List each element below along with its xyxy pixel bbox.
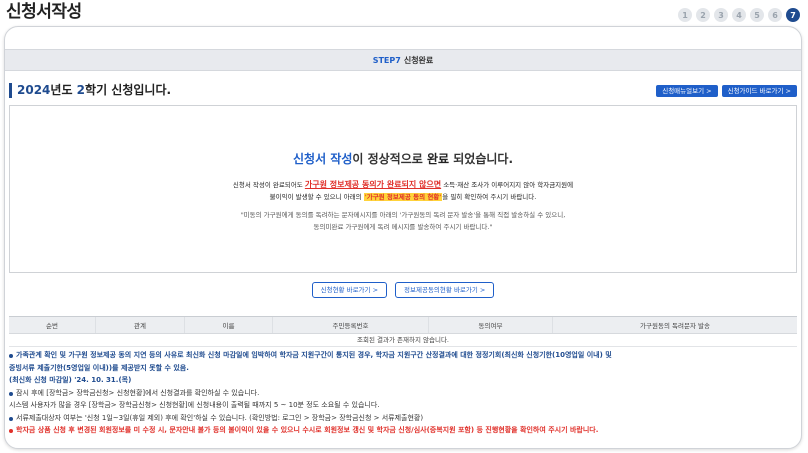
top-button-group: 신청매뉴얼보기 > 신청가이드 바로가기 > xyxy=(656,85,797,97)
col-consent: 동의여부 xyxy=(429,317,553,333)
action-button-group: 신청현황 바로가기 > 정보제공동의현황 바로가기 > xyxy=(5,282,801,298)
consent-status-button[interactable]: 정보제공동의현황 바로가기 > xyxy=(395,282,495,298)
step-7-current: 7 xyxy=(786,8,800,22)
heading-term: 2 xyxy=(76,83,86,97)
col-number: 순번 xyxy=(9,317,96,333)
manual-button[interactable]: 신청매뉴얼보기 > xyxy=(656,85,718,97)
notice-text: 가족관계 확인 및 가구원 정보제공 동의 지연 등의 사유로 최신화 신청 마… xyxy=(16,351,612,359)
warning-line2-highlight: '가구원 정보제공 동의 현황' xyxy=(363,193,443,201)
heading-year: 2024 xyxy=(17,83,51,97)
step-1: 1 xyxy=(678,8,692,22)
col-resident-number: 주민등록번호 xyxy=(273,317,429,333)
notice-item: 잠시 후에 [장학금> 장학금신청> 신청현황]에서 신청결과를 확인하실 수 … xyxy=(9,387,801,400)
step-5: 5 xyxy=(750,8,764,22)
step-banner: STEP7 신청완료 xyxy=(5,49,801,71)
col-reminder-sms: 가구원동의 독려문자 발송 xyxy=(640,322,710,330)
result-title: 신청서 작성이 정상적으로 완료 되었습니다. xyxy=(10,150,796,167)
guide-button[interactable]: 신청가이드 바로가기 > xyxy=(721,85,797,97)
step-3: 3 xyxy=(714,8,728,22)
bullet-icon xyxy=(9,354,13,358)
result-title-blue: 신청서 작성 xyxy=(292,152,353,166)
result-title-mid: 이 정상적으로 xyxy=(352,152,427,166)
warning-line2-pre: 불이익이 발생할 수 있으니 아래의 xyxy=(269,193,364,201)
result-box: 신청서 작성이 정상적으로 완료 되었습니다. 신청서 작성이 완료되어도 가구… xyxy=(9,105,797,273)
warning-line1-pre: 신청서 작성이 완료되어도 xyxy=(232,181,305,189)
notice-item: 가족관계 확인 및 가구원 정보제공 동의 지연 등의 사유로 최신화 신청 마… xyxy=(9,349,801,362)
notice-text: 잠시 후에 [장학금> 장학금신청> 신청현황]에서 신청결과를 확인하실 수 … xyxy=(16,388,260,397)
semester-heading: 2024년도 2학기 신청입니다. xyxy=(9,83,171,98)
table-empty-row: 조회된 결과가 존재하지 않습니다. xyxy=(9,334,797,347)
col-name: 이름 xyxy=(185,317,273,333)
warning-line1-red: 가구원 정보제공 동의가 완료되지 않으면 xyxy=(304,180,442,189)
notice-item-warning: 학자금 상품 신청 후 변경된 회원정보를 미 수정 시, 문자안내 불가 등의… xyxy=(9,424,801,437)
notice-continuation: 시스템 사용자가 많을 경우 [장학금> 장학금신청> 신청현황]에 신청내용이… xyxy=(9,401,380,409)
step-banner-name: 신청완료 xyxy=(403,55,434,65)
result-guidance: "미동의 가구원에게 동의를 독려하는 문자메시지를 아래의 '가구원동의 독려… xyxy=(10,209,796,233)
step-indicator: 1 2 3 4 5 6 7 xyxy=(678,8,800,22)
notice-item: 서류제출대상자 여부는 '신청 1일~3일(휴일 제외) 후에 확인'하실 수 … xyxy=(9,412,801,425)
step-2: 2 xyxy=(696,8,710,22)
notice-text: 학자금 상품 신청 후 변경된 회원정보를 미 수정 시, 문자안내 불가 등의… xyxy=(16,426,599,434)
bullet-icon xyxy=(9,416,13,421)
status-shortcut-button[interactable]: 신청현황 바로가기 > xyxy=(311,282,388,298)
result-title-dark: 완료 xyxy=(426,152,450,166)
result-warning: 신청서 작성이 완료되어도 가구원 정보제공 동의가 완료되지 않으면 소득·재… xyxy=(10,179,796,203)
notice-list: 가족관계 확인 및 가구원 정보제공 동의 지연 등의 사유로 최신화 신청 마… xyxy=(9,349,801,437)
notice-text: 서류제출대상자 여부는 '신청 1일~3일(휴일 제외) 후에 확인'하실 수 … xyxy=(16,413,424,422)
warning-line1-post: 소득·재산 조사가 이루어지지 않아 학자금지원에 xyxy=(441,181,574,189)
bullet-icon xyxy=(9,391,13,396)
completion-panel: STEP7 신청완료 2024년도 2학기 신청입니다. 신청매뉴얼보기 > 신… xyxy=(4,26,802,449)
guidance-line1: "미동의 가구원에게 동의를 독려하는 문자메시지를 아래의 '가구원동의 독려… xyxy=(240,211,566,219)
col-relation: 관계 xyxy=(96,317,185,333)
table-header: 순번 관계 이름 주민등록번호 동의여부 가구원동의 독려문자 발송 xyxy=(9,316,797,334)
warning-line2-post: 을 필히 확인하여 주시기 바랍니다. xyxy=(442,193,537,201)
page-title: 신청서작성 xyxy=(6,2,82,22)
result-title-end: 되었습니다. xyxy=(449,152,514,166)
notice-continuation: 증빙서류 제출기한(5영업일 이내))를 제공받지 못할 수 있음. xyxy=(9,363,189,372)
notice-deadline: (최신화 신청 마감일) '24. 10. 31.(목) xyxy=(9,376,132,384)
household-consent-table: 순번 관계 이름 주민등록번호 동의여부 가구원동의 독려문자 발송 조회된 결… xyxy=(9,316,797,347)
heading-rest: 학기 신청입니다. xyxy=(85,83,172,97)
guidance-line2: 동의미완료 가구원에게 독려 메시지를 발송하여 주시기 바랍니다." xyxy=(313,223,493,231)
bullet-icon xyxy=(9,429,13,433)
step-6: 6 xyxy=(768,8,782,22)
step-banner-label: STEP7 xyxy=(372,55,401,65)
heading-year-suffix: 년도 xyxy=(50,83,77,97)
step-4: 4 xyxy=(732,8,746,22)
